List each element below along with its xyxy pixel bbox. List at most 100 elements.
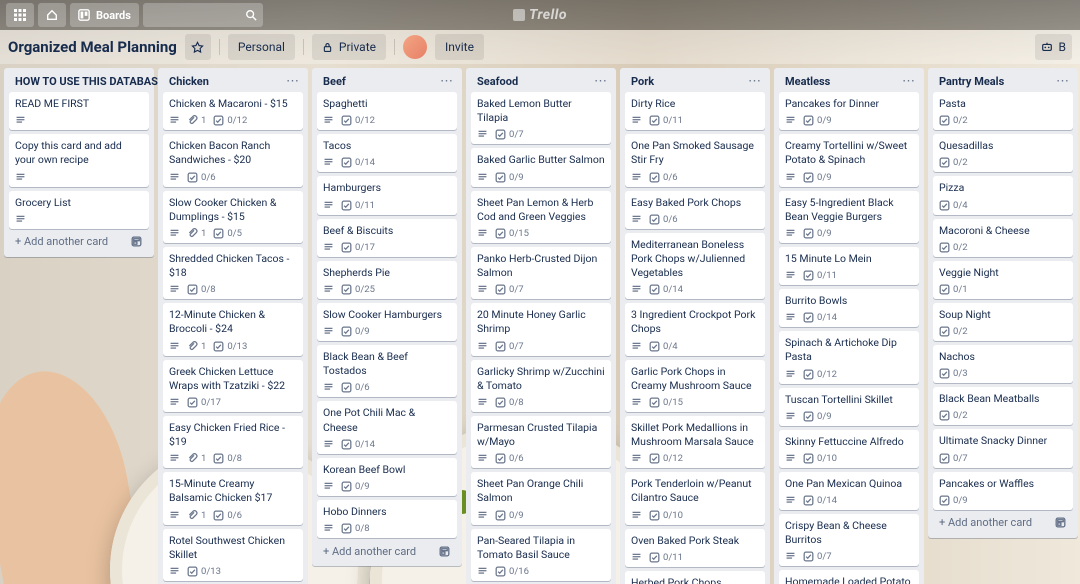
list-title[interactable]: HOW TO USE THIS DATABASE (15, 75, 164, 88)
card[interactable]: Shepherds Pie0/25 (317, 261, 457, 299)
list-title[interactable]: Chicken (169, 75, 209, 88)
card[interactable]: Spinach & Artichoke Dip Pasta0/12 (779, 331, 919, 383)
card[interactable]: Pork Tenderloin w/Peanut Cilantro Sauce0… (625, 472, 765, 524)
card[interactable]: One Pan Smoked Sausage Stir Fry0/6 (625, 134, 765, 186)
card[interactable]: Garlicky Shrimp w/Zucchini & Tomato0/8 (471, 360, 611, 412)
card[interactable]: Chicken & Macaroni - $1510/12 (163, 92, 303, 130)
card[interactable]: Pasta0/2 (933, 92, 1073, 130)
card[interactable]: Dirty Rice0/11 (625, 92, 765, 130)
card[interactable]: Hamburgers0/11 (317, 176, 457, 214)
card[interactable]: Spaghetti0/12 (317, 92, 457, 130)
list-title[interactable]: Meatless (785, 75, 830, 88)
list-title[interactable]: Pork (631, 75, 654, 88)
card[interactable]: Shredded Chicken Tacos - $180/8 (163, 247, 303, 299)
card[interactable]: Easy 5-Ingredient Black Bean Veggie Burg… (779, 191, 919, 243)
search-field[interactable] (143, 3, 263, 27)
card[interactable]: Burrito Bowls0/14 (779, 289, 919, 327)
card[interactable]: Panko Herb-Crusted Dijon Salmon0/7 (471, 247, 611, 299)
card[interactable]: Garlic Pork Chops in Creamy Mushroom Sau… (625, 360, 765, 412)
add-card-button[interactable]: + Add another card (15, 235, 108, 248)
card-title: 15-Minute Creamy Balsamic Chicken $17 (169, 477, 297, 505)
card[interactable]: Creamy Tortellini w/Sweet Potato & Spina… (779, 134, 919, 186)
list-menu-button[interactable]: ⋯ (902, 75, 915, 88)
card[interactable]: Pancakes for Dinner0/9 (779, 92, 919, 130)
card[interactable]: Baked Lemon Butter Tilapia0/7 (471, 92, 611, 144)
card[interactable]: Easy Chicken Fried Rice - $1910/8 (163, 416, 303, 468)
card[interactable]: Chicken Bacon Ranch Sandwiches - $200/6 (163, 134, 303, 186)
list-menu-button[interactable]: ⋯ (1056, 75, 1069, 88)
card[interactable]: Mediterranean Boneless Pork Chops w/Juli… (625, 233, 765, 300)
list-menu-button[interactable]: ⋯ (748, 75, 761, 88)
list-title[interactable]: Pantry Meals (939, 75, 1004, 88)
card[interactable]: Pancakes or Waffles0/9 (933, 472, 1073, 510)
card[interactable]: Hobo Dinners0/8 (317, 500, 457, 538)
card-badges: 0/16 (477, 566, 605, 577)
card[interactable]: Sheet Pan Orange Chili Salmon0/9 (471, 472, 611, 524)
card-template-button[interactable] (127, 233, 145, 251)
card[interactable]: Slow Cooker Hamburgers0/9 (317, 303, 457, 341)
card[interactable]: Crispy Bean & Cheese Burritos0/7 (779, 514, 919, 566)
apps-button[interactable] (6, 3, 34, 27)
card[interactable]: Black Bean & Beef Tostados0/6 (317, 345, 457, 397)
card[interactable]: Tacos0/14 (317, 134, 457, 172)
card[interactable]: 3 Ingredient Crockpot Pork Chops0/4 (625, 303, 765, 355)
card[interactable]: Soup Night0/2 (933, 303, 1073, 341)
card[interactable]: Homemade Loaded Potato Soup0/8 (779, 570, 919, 584)
card[interactable]: Korean Beef Bowl0/9 (317, 458, 457, 496)
home-button[interactable] (38, 3, 66, 27)
visibility-button[interactable]: Private (312, 34, 386, 60)
card[interactable]: Ultimate Snacky Dinner0/7 (933, 429, 1073, 467)
card[interactable]: Quesadillas0/2 (933, 134, 1073, 172)
list-menu-button[interactable]: ⋯ (286, 75, 299, 88)
board-canvas[interactable]: HOW TO USE THIS DATABASE ⋯ READ ME FIRST Co… (0, 64, 1080, 584)
card[interactable]: Herbed Pork Chops w/Garlic Butter0/8 (625, 571, 765, 584)
card[interactable]: Sheet Pan Lemon & Herb Cod and Green Veg… (471, 191, 611, 243)
card[interactable]: Veggie Night0/1 (933, 261, 1073, 299)
card[interactable]: Pizza0/4 (933, 176, 1073, 214)
card[interactable]: Copy this card and add your own recipe (9, 134, 149, 186)
card[interactable]: Rotel Southwest Chicken Skillet0/13 (163, 529, 303, 581)
card[interactable]: Tuscan Tortellini Skillet0/9 (779, 388, 919, 426)
list-title[interactable]: Seafood (477, 75, 518, 88)
card[interactable]: READ ME FIRST (9, 92, 149, 130)
card[interactable]: Pan-Seared Tilapia in Tomato Basil Sauce… (471, 529, 611, 581)
card-title: Easy Chicken Fried Rice - $19 (169, 421, 297, 449)
invite-button[interactable]: Invite (435, 34, 484, 60)
card-template-button[interactable] (1051, 514, 1069, 532)
star-button[interactable] (185, 34, 211, 60)
card[interactable]: 12-Minute Chicken & Broccoli - $2410/13 (163, 303, 303, 355)
card[interactable]: Nachos0/3 (933, 345, 1073, 383)
list: HOW TO USE THIS DATABASE⋯READ ME FIRSTCo… (4, 68, 154, 257)
card[interactable]: Grocery List (9, 191, 149, 229)
card[interactable]: Easy Baked Pork Chops0/6 (625, 191, 765, 229)
card[interactable]: Baked Garlic Butter Salmon0/9 (471, 148, 611, 186)
team-button[interactable]: Personal (228, 34, 295, 60)
card[interactable]: Greek Chicken Lettuce Wraps with Tzatzik… (163, 360, 303, 412)
boards-button[interactable]: Boards (70, 3, 139, 27)
list-title[interactable]: Beef (323, 75, 346, 88)
card[interactable]: Oven Baked Pork Steak0/11 (625, 529, 765, 567)
list-menu-button[interactable]: ⋯ (594, 75, 607, 88)
card-template-button[interactable] (435, 542, 453, 560)
checklist-badge: 0/6 (187, 172, 216, 183)
card[interactable]: 15-Minute Creamy Balsamic Chicken $1710/… (163, 472, 303, 524)
card[interactable]: One Pan Mexican Quinoa0/14 (779, 472, 919, 510)
card[interactable]: Skinny Fettuccine Alfredo0/10 (779, 430, 919, 468)
add-card-button[interactable]: + Add another card (939, 516, 1032, 529)
card[interactable]: One Pot Chili Mac & Cheese0/14 (317, 401, 457, 453)
member-avatar[interactable] (403, 35, 427, 59)
add-card-button[interactable]: + Add another card (323, 545, 416, 558)
card[interactable]: Parmesan Crusted Tilapia w/Mayo0/6 (471, 416, 611, 468)
card-title: Hobo Dinners (323, 505, 451, 519)
card[interactable]: Macoroni & Cheese0/2 (933, 219, 1073, 257)
card[interactable]: Skillet Pork Medallions in Mushroom Mars… (625, 416, 765, 468)
card[interactable]: 20 Minute Honey Garlic Shrimp0/7 (471, 303, 611, 355)
card[interactable]: 15 Minute Lo Mein0/11 (779, 247, 919, 285)
list-menu-button[interactable]: ⋯ (440, 75, 453, 88)
card[interactable]: Beef & Biscuits0/17 (317, 219, 457, 257)
card[interactable]: Slow Cooker Chicken & Dumplings - $1510/… (163, 191, 303, 243)
card[interactable]: Black Bean Meatballs0/2 (933, 387, 1073, 425)
checklist-badge: 0/11 (341, 200, 375, 211)
board-title[interactable]: Organized Meal Planning (8, 38, 177, 56)
board-menu-button[interactable]: B (1035, 34, 1072, 60)
